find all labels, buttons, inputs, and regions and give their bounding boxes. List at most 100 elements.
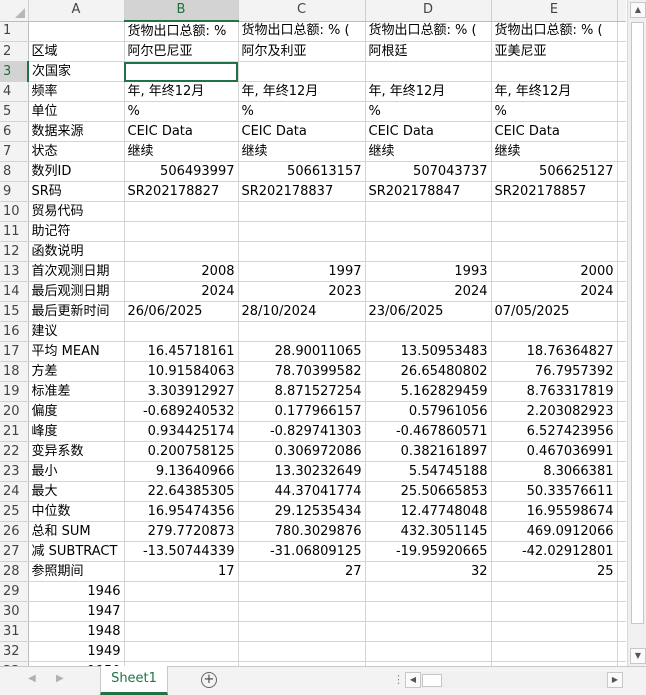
cell-a15[interactable]: 最后更新时间 bbox=[28, 301, 125, 322]
row-header[interactable]: 4 bbox=[0, 81, 29, 102]
cell-c14[interactable]: 2023 bbox=[238, 281, 366, 302]
cell-d10[interactable] bbox=[365, 201, 492, 222]
cell-a16[interactable]: 建议 bbox=[28, 321, 125, 342]
cell-d1[interactable]: 货物出口总额: % ( bbox=[365, 21, 492, 42]
vertical-scroll-thumb[interactable] bbox=[631, 22, 644, 624]
cell-e24[interactable]: 50.33576611 bbox=[491, 481, 618, 502]
cell-a27[interactable]: 减 SUBTRACT bbox=[28, 541, 125, 562]
cell-f9[interactable] bbox=[617, 181, 626, 202]
row-header[interactable]: 7 bbox=[0, 141, 29, 162]
cell-c19[interactable]: 8.871527254 bbox=[238, 381, 366, 402]
cell-b7[interactable]: 继续 bbox=[124, 141, 239, 162]
scroll-up-icon[interactable]: ▲ bbox=[630, 2, 646, 18]
cell-a11[interactable]: 助记符 bbox=[28, 221, 125, 242]
cell-e12[interactable] bbox=[491, 241, 618, 262]
row-header[interactable]: 12 bbox=[0, 241, 29, 262]
cell-d4[interactable]: 年, 年终12月 bbox=[365, 81, 492, 102]
cell-a22[interactable]: 变异系数 bbox=[28, 441, 125, 462]
row-header[interactable]: 32 bbox=[0, 641, 29, 662]
cell-c16[interactable] bbox=[238, 321, 366, 342]
scroll-left-icon[interactable]: ◀ bbox=[405, 672, 421, 688]
cell-b14[interactable]: 2024 bbox=[124, 281, 239, 302]
row-header[interactable]: 11 bbox=[0, 221, 29, 242]
cell-c13[interactable]: 1997 bbox=[238, 261, 366, 282]
cell-b3[interactable] bbox=[124, 61, 239, 82]
cell-a17[interactable]: 平均 MEAN bbox=[28, 341, 125, 362]
cell-d22[interactable]: 0.382161897 bbox=[365, 441, 492, 462]
prev-sheet-icon[interactable]: ◀ bbox=[28, 673, 36, 684]
cell-b12[interactable] bbox=[124, 241, 239, 262]
cell-b13[interactable]: 2008 bbox=[124, 261, 239, 282]
cell-b21[interactable]: 0.934425174 bbox=[124, 421, 239, 442]
cell-c12[interactable] bbox=[238, 241, 366, 262]
cell-a9[interactable]: SR码 bbox=[28, 181, 125, 202]
cell-d32[interactable] bbox=[365, 641, 492, 662]
row-header[interactable]: 1 bbox=[0, 21, 29, 42]
cell-f20[interactable] bbox=[617, 401, 626, 422]
cell-c4[interactable]: 年, 年终12月 bbox=[238, 81, 366, 102]
cell-a32[interactable]: 1949 bbox=[28, 641, 125, 662]
tab-split-handle-icon[interactable]: ⋮ bbox=[393, 673, 404, 686]
row-header[interactable]: 31 bbox=[0, 621, 29, 642]
row-header[interactable]: 23 bbox=[0, 461, 29, 482]
row-header[interactable]: 15 bbox=[0, 301, 29, 322]
column-header-e[interactable]: E bbox=[491, 0, 618, 22]
cell-d6[interactable]: CEIC Data bbox=[365, 121, 492, 142]
scroll-down-icon[interactable]: ▼ bbox=[630, 648, 646, 664]
cell-d29[interactable] bbox=[365, 581, 492, 602]
row-header[interactable]: 17 bbox=[0, 341, 29, 362]
row-header[interactable]: 2 bbox=[0, 41, 29, 62]
cell-a28[interactable]: 参照期间 bbox=[28, 561, 125, 582]
cell-c10[interactable] bbox=[238, 201, 366, 222]
cell-c32[interactable] bbox=[238, 641, 366, 662]
cell-f27[interactable] bbox=[617, 541, 626, 562]
cell-d3[interactable] bbox=[365, 61, 492, 82]
cell-d26[interactable]: 432.3051145 bbox=[365, 521, 492, 542]
cell-a14[interactable]: 最后观测日期 bbox=[28, 281, 125, 302]
cell-b23[interactable]: 9.13640966 bbox=[124, 461, 239, 482]
cell-c2[interactable]: 阿尔及利亚 bbox=[238, 41, 366, 62]
cell-d11[interactable] bbox=[365, 221, 492, 242]
cell-d17[interactable]: 13.50953483 bbox=[365, 341, 492, 362]
cell-f2[interactable] bbox=[617, 41, 626, 62]
cell-c21[interactable]: -0.829741303 bbox=[238, 421, 366, 442]
cell-b29[interactable] bbox=[124, 581, 239, 602]
cell-a26[interactable]: 总和 SUM bbox=[28, 521, 125, 542]
cell-f15[interactable] bbox=[617, 301, 626, 322]
cell-f10[interactable] bbox=[617, 201, 626, 222]
cell-d31[interactable] bbox=[365, 621, 492, 642]
row-header[interactable]: 10 bbox=[0, 201, 29, 222]
cell-f7[interactable] bbox=[617, 141, 626, 162]
cell-f13[interactable] bbox=[617, 261, 626, 282]
cell-d8[interactable]: 507043737 bbox=[365, 161, 492, 182]
tab-sheet1[interactable]: Sheet1 bbox=[100, 666, 168, 695]
row-header[interactable]: 8 bbox=[0, 161, 29, 182]
cell-c20[interactable]: 0.177966157 bbox=[238, 401, 366, 422]
cell-c25[interactable]: 29.12535434 bbox=[238, 501, 366, 522]
cell-e15[interactable]: 07/05/2025 bbox=[491, 301, 618, 322]
cell-b17[interactable]: 16.45718161 bbox=[124, 341, 239, 362]
cell-f26[interactable] bbox=[617, 521, 626, 542]
row-header[interactable]: 3 bbox=[0, 61, 29, 82]
cell-f3[interactable] bbox=[617, 61, 626, 82]
cell-b10[interactable] bbox=[124, 201, 239, 222]
cell-d19[interactable]: 5.162829459 bbox=[365, 381, 492, 402]
cell-f30[interactable] bbox=[617, 601, 626, 622]
cell-e14[interactable]: 2024 bbox=[491, 281, 618, 302]
cell-b9[interactable]: SR202178827 bbox=[124, 181, 239, 202]
cell-f23[interactable] bbox=[617, 461, 626, 482]
row-header[interactable]: 6 bbox=[0, 121, 29, 142]
horizontal-scroll-thumb[interactable] bbox=[422, 674, 442, 687]
row-header[interactable]: 20 bbox=[0, 401, 29, 422]
cell-e25[interactable]: 16.95598674 bbox=[491, 501, 618, 522]
cell-b24[interactable]: 22.64385305 bbox=[124, 481, 239, 502]
row-header[interactable]: 22 bbox=[0, 441, 29, 462]
column-header-b[interactable]: B bbox=[124, 0, 239, 22]
cell-b16[interactable] bbox=[124, 321, 239, 342]
cell-c30[interactable] bbox=[238, 601, 366, 622]
cell-a13[interactable]: 首次观测日期 bbox=[28, 261, 125, 282]
cell-c9[interactable]: SR202178837 bbox=[238, 181, 366, 202]
row-header[interactable]: 21 bbox=[0, 421, 29, 442]
row-header[interactable]: 13 bbox=[0, 261, 29, 282]
cell-f5[interactable] bbox=[617, 101, 626, 122]
